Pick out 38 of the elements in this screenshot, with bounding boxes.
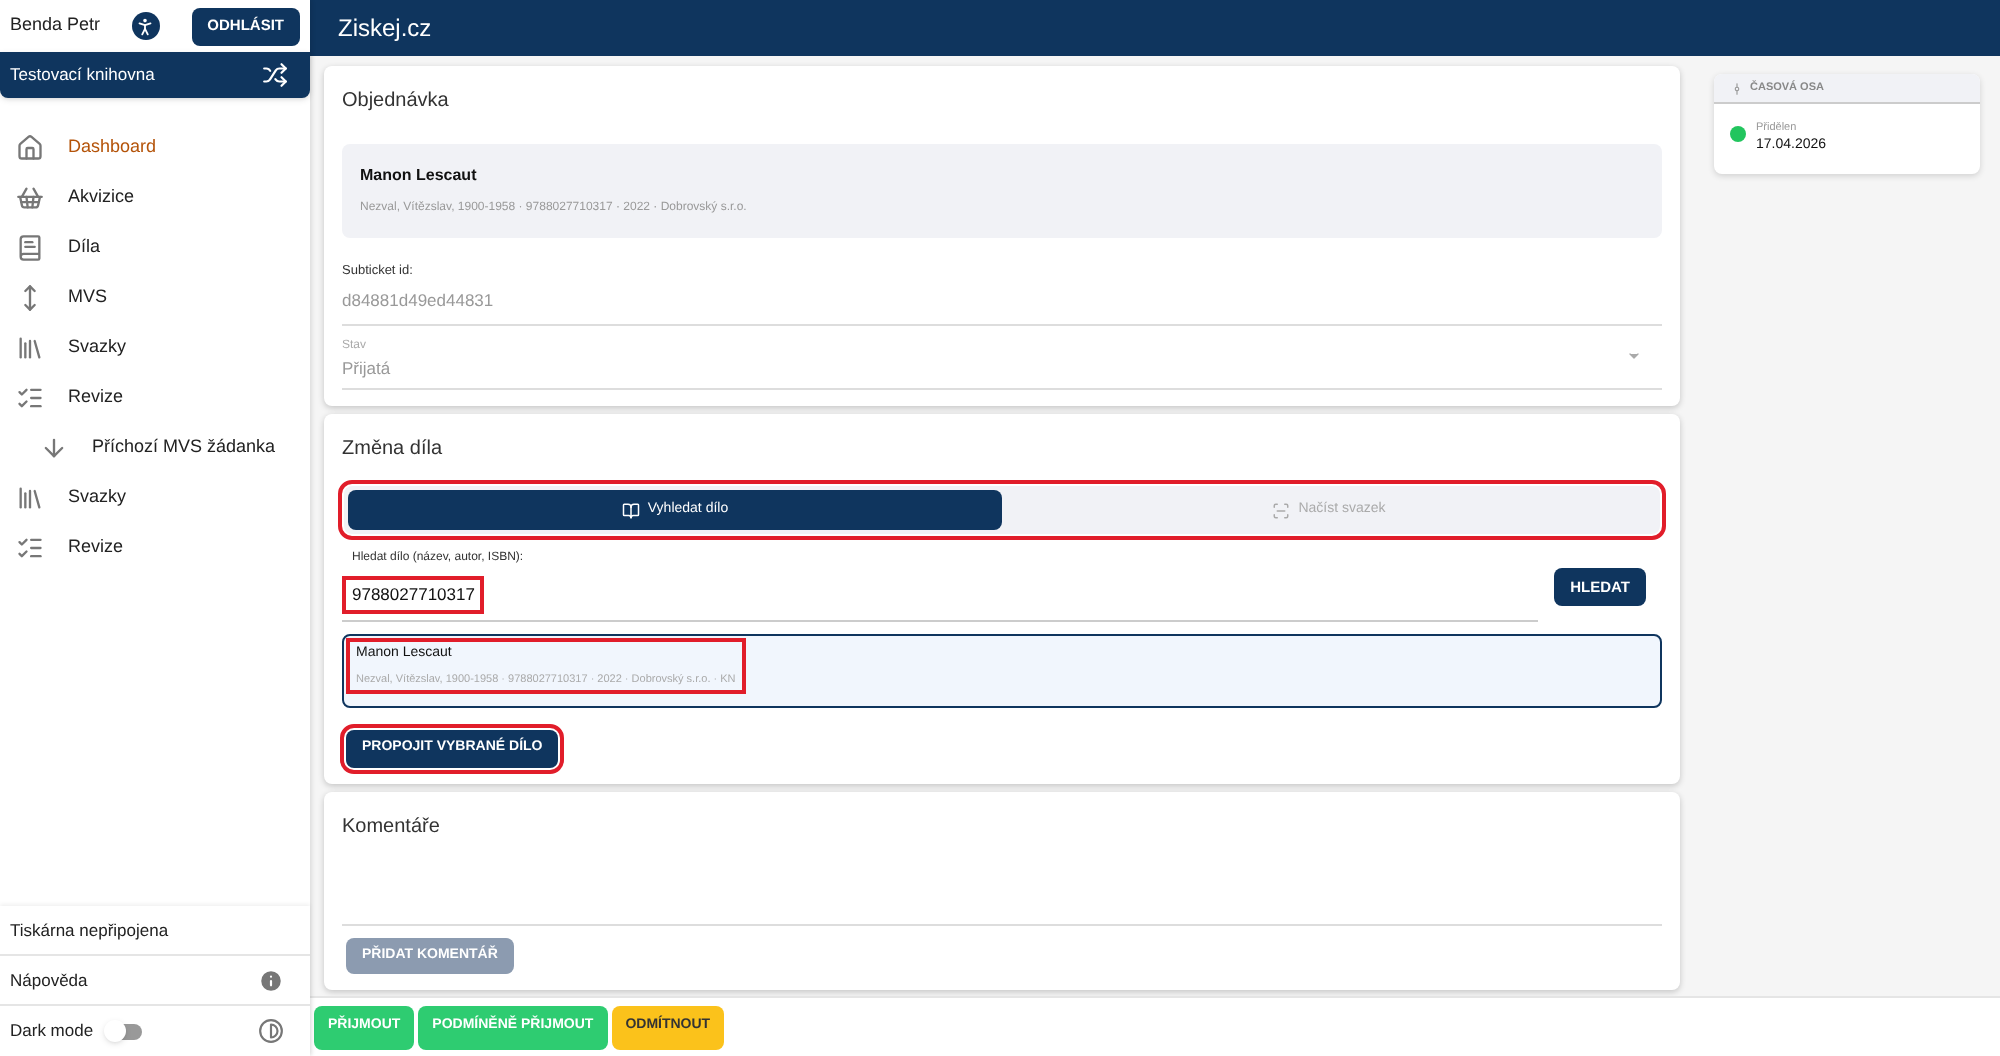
- timeline-icon: [1730, 81, 1744, 95]
- card-title: Změna díla: [342, 436, 445, 465]
- arrow-down-icon: [40, 433, 68, 461]
- books-icon: [16, 483, 44, 511]
- subticket-field: d84881d49ed44831: [342, 287, 1662, 313]
- info-icon[interactable]: [258, 967, 284, 993]
- card-title: Komentáře: [342, 813, 442, 842]
- status-value: Přijatá: [342, 355, 393, 381]
- dark-mode-switch[interactable]: [109, 1023, 142, 1039]
- books-icon: [16, 333, 44, 361]
- shuffle-icon[interactable]: [262, 62, 288, 88]
- book-icon: [16, 233, 44, 261]
- nav-item[interactable]: Revize: [0, 372, 310, 422]
- card-title: Objednávka: [342, 88, 451, 116]
- nav-item[interactable]: Dashboard: [0, 122, 310, 172]
- contrast-icon[interactable]: [258, 1018, 284, 1044]
- checklist-icon: [16, 533, 44, 561]
- home-icon: [16, 133, 44, 161]
- help-link[interactable]: Nápověda: [10, 967, 258, 993]
- user-name: Benda Petr: [10, 12, 103, 39]
- book-icon: [621, 501, 640, 520]
- library-bar[interactable]: Testovací knihovna: [0, 52, 310, 98]
- checklist-icon: [16, 383, 44, 411]
- library-name: Testovací knihovna: [10, 62, 157, 88]
- app-title: Ziskej.cz: [338, 12, 432, 46]
- scan-icon: [1272, 501, 1291, 520]
- nav-item[interactable]: Akvizice: [0, 172, 310, 222]
- nav-item[interactable]: Příchozí MVS žádanka: [0, 422, 310, 472]
- printer-status: Tiskárna nepřipojena: [10, 917, 169, 943]
- nav-item[interactable]: Díla: [0, 222, 310, 272]
- nav-item[interactable]: Svazky: [0, 472, 310, 522]
- nav-item[interactable]: Revize: [0, 522, 310, 572]
- book-title: Manon Lescaut: [360, 164, 479, 188]
- dark-mode-label: Dark mode: [10, 1018, 94, 1044]
- user-icon[interactable]: [131, 12, 160, 40]
- nav-item[interactable]: Svazky: [0, 322, 310, 372]
- basket-icon: [16, 183, 44, 211]
- nav-item[interactable]: MVS: [0, 272, 310, 322]
